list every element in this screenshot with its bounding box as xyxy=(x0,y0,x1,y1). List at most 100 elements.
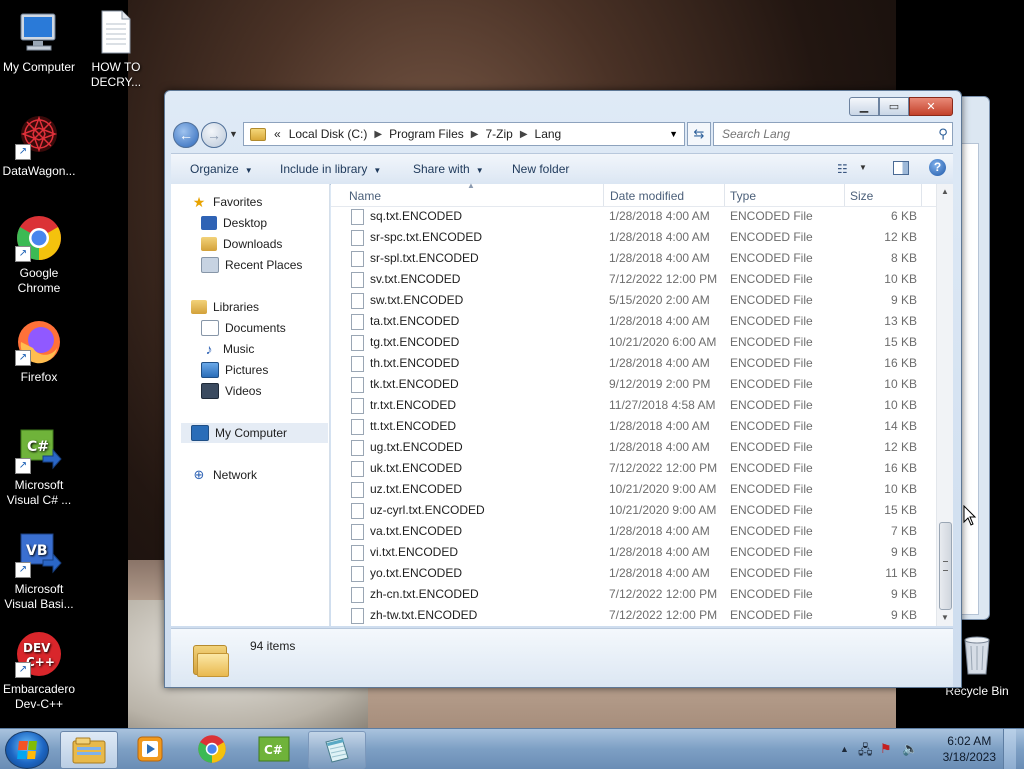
file-row[interactable]: uk.txt.ENCODED 7/12/2022 12:00 PM ENCODED … xyxy=(331,458,937,479)
breadcrumb-7zip[interactable]: 7-Zip xyxy=(485,127,512,141)
file-size: 10 KB xyxy=(884,398,917,412)
share-with-menu[interactable]: Share with ▼ xyxy=(413,162,484,176)
volume-icon[interactable]: 🔈 xyxy=(902,741,918,757)
taskbar-chrome[interactable] xyxy=(184,731,240,767)
file-size: 15 KB xyxy=(884,503,917,517)
address-dropdown-icon[interactable]: ▼ xyxy=(669,129,678,139)
nav-desktop[interactable]: Desktop xyxy=(201,213,267,233)
clock[interactable]: 6:02 AM 3/18/2023 xyxy=(943,733,996,765)
datawagon-icon: ↗ xyxy=(15,112,63,160)
column-header-name[interactable]: Name xyxy=(349,189,381,203)
vertical-scrollbar[interactable]: ▲ ▼ xyxy=(936,184,953,626)
file-row[interactable]: tg.txt.ENCODED 10/21/2020 6:00 AM ENCODED … xyxy=(331,332,937,353)
desktop-icon-datawagon[interactable]: ↗ DataWagon... xyxy=(0,112,81,179)
search-icon[interactable]: ⚲ xyxy=(934,126,952,142)
desktop-icon-google-chrome[interactable]: ↗ Google Chrome xyxy=(0,214,81,296)
file-row[interactable]: vi.txt.ENCODED 1/28/2018 4:00 AM ENCODED F… xyxy=(331,542,937,563)
taskbar-windows-explorer[interactable] xyxy=(60,731,118,769)
taskbar-visual-csharp[interactable]: C# xyxy=(246,731,302,767)
column-header-size[interactable]: Size xyxy=(850,189,873,203)
forward-button[interactable]: → xyxy=(201,122,227,148)
svg-text:C#: C# xyxy=(264,743,283,757)
file-row[interactable]: sr-spl.txt.ENCODED 1/28/2018 4:00 AM ENCOD… xyxy=(331,248,937,269)
organize-menu[interactable]: Organize ▼ xyxy=(190,162,253,176)
nav-recent-places[interactable]: Recent Places xyxy=(201,255,302,275)
file-row[interactable]: ug.txt.ENCODED 1/28/2018 4:00 AM ENCODED F… xyxy=(331,437,937,458)
maximize-button[interactable]: ▭ xyxy=(879,97,909,116)
breadcrumb-overflow[interactable]: « xyxy=(274,127,281,141)
new-folder-button[interactable]: New folder xyxy=(512,162,569,176)
close-button[interactable]: ✕ xyxy=(909,97,953,116)
nav-downloads[interactable]: Downloads xyxy=(201,234,282,254)
desktop-icon-visual-basic[interactable]: VB ↗ Microsoft Visual Basi... xyxy=(0,530,81,612)
search-box[interactable]: ⚲ xyxy=(713,122,953,146)
file-row[interactable]: yo.txt.ENCODED 1/28/2018 4:00 AM ENCODED F… xyxy=(331,563,937,584)
file-row[interactable]: uz-cyrl.txt.ENCODED 10/21/2020 9:00 AM ENC… xyxy=(331,500,937,521)
file-name: zh-cn.txt.ENCODED xyxy=(370,587,479,601)
desktop-icon-devcpp[interactable]: DEV C++ ↗ Embarcadero Dev-C++ xyxy=(0,630,81,712)
chevron-right-icon[interactable]: ▶ xyxy=(471,129,479,140)
breadcrumb-lang[interactable]: Lang xyxy=(535,127,562,141)
breadcrumb-local-disk[interactable]: Local Disk (C:) xyxy=(289,127,368,141)
nav-network[interactable]: ⊕ Network xyxy=(191,465,257,485)
file-row[interactable]: tk.txt.ENCODED 9/12/2019 2:00 PM ENCODED F… xyxy=(331,374,937,395)
taskbar-media-player[interactable] xyxy=(122,731,178,767)
help-icon[interactable]: ? xyxy=(929,159,946,176)
search-input[interactable] xyxy=(720,126,934,142)
file-row[interactable]: zh-tw.txt.ENCODED 7/12/2022 12:00 PM ENCOD… xyxy=(331,605,937,626)
include-in-library-menu[interactable]: Include in library ▼ xyxy=(280,162,381,176)
show-hidden-icons-icon[interactable]: ▲ xyxy=(840,744,849,754)
view-options-dropdown[interactable]: ▼ xyxy=(859,163,867,172)
desktop-icon-my-computer[interactable]: My Computer xyxy=(0,8,81,75)
nav-pictures[interactable]: Pictures xyxy=(201,360,268,380)
chevron-right-icon[interactable]: ▶ xyxy=(520,129,528,140)
desktop-icon-visual-csharp[interactable]: C# ↗ Microsoft Visual C# ... xyxy=(0,426,81,508)
desktop-icon-firefox[interactable]: ↗ Firefox xyxy=(0,318,81,385)
chevron-right-icon[interactable]: ▶ xyxy=(374,129,382,140)
recent-pages-dropdown[interactable]: ▼ xyxy=(229,129,238,139)
column-header-date[interactable]: Date modified xyxy=(610,189,684,203)
back-button[interactable]: ← xyxy=(173,122,199,148)
refresh-button[interactable]: ⇆ xyxy=(687,122,711,146)
nav-favorites[interactable]: ★ Favorites xyxy=(191,192,263,212)
minimize-button[interactable]: ▁ xyxy=(849,97,879,116)
recent-places-icon xyxy=(201,257,219,273)
nav-videos[interactable]: Videos xyxy=(201,381,261,401)
file-name: ug.txt.ENCODED xyxy=(370,440,463,454)
scroll-thumb[interactable] xyxy=(939,522,952,610)
file-type: ENCODED File xyxy=(730,461,813,475)
file-row[interactable]: sw.txt.ENCODED 5/15/2020 2:00 AM ENCODED F… xyxy=(331,290,937,311)
file-row[interactable]: sv.txt.ENCODED 7/12/2022 12:00 PM ENCODED … xyxy=(331,269,937,290)
nav-music[interactable]: ♪ Music xyxy=(201,339,255,359)
file-size: 12 KB xyxy=(884,440,917,454)
scroll-up-icon[interactable]: ▲ xyxy=(937,184,953,200)
start-button[interactable] xyxy=(5,731,49,769)
arrow-right-icon: → xyxy=(207,127,221,143)
media-player-icon xyxy=(137,736,163,762)
show-desktop-button[interactable] xyxy=(1003,729,1016,769)
preview-pane-icon[interactable] xyxy=(893,161,909,175)
file-row[interactable]: uz.txt.ENCODED 10/21/2020 9:00 AM ENCODED … xyxy=(331,479,937,500)
nav-my-computer[interactable]: My Computer xyxy=(181,423,328,443)
nav-libraries[interactable]: Libraries xyxy=(191,297,259,317)
file-row[interactable]: sq.txt.ENCODED 1/28/2018 4:00 AM ENCODED F… xyxy=(331,206,937,227)
action-center-icon[interactable]: ⚑ xyxy=(880,741,892,757)
change-view-icon[interactable]: ☷ xyxy=(837,162,848,176)
scroll-down-icon[interactable]: ▼ xyxy=(937,610,953,626)
file-row[interactable]: tt.txt.ENCODED 1/28/2018 4:00 AM ENCODED F… xyxy=(331,416,937,437)
file-row[interactable]: zh-cn.txt.ENCODED 7/12/2022 12:00 PM ENCOD… xyxy=(331,584,937,605)
address-bar[interactable]: « Local Disk (C:) ▶ Program Files ▶ 7-Zi… xyxy=(243,122,685,146)
file-row[interactable]: va.txt.ENCODED 1/28/2018 4:00 AM ENCODED F… xyxy=(331,521,937,542)
file-list[interactable]: ▲ Name Date modified Type Size sq.txt.EN… xyxy=(331,181,953,626)
network-icon[interactable]: 🖧 xyxy=(858,741,873,763)
desktop-icon-how-to-decrypt[interactable]: HOW TO DECRY... xyxy=(74,8,158,90)
explorer-window[interactable]: ▁ ▭ ✕ ← → ▼ « Local Disk (C:) ▶ Program … xyxy=(164,90,962,688)
file-row[interactable]: sr-spc.txt.ENCODED 1/28/2018 4:00 AM ENCOD… xyxy=(331,227,937,248)
column-header-type[interactable]: Type xyxy=(730,189,756,203)
taskbar-notepad[interactable] xyxy=(308,731,366,769)
file-row[interactable]: ta.txt.ENCODED 1/28/2018 4:00 AM ENCODED F… xyxy=(331,311,937,332)
file-row[interactable]: th.txt.ENCODED 1/28/2018 4:00 AM ENCODED F… xyxy=(331,353,937,374)
nav-documents[interactable]: Documents xyxy=(201,318,286,338)
breadcrumb-program-files[interactable]: Program Files xyxy=(389,127,464,141)
file-row[interactable]: tr.txt.ENCODED 11/27/2018 4:58 AM ENCODED … xyxy=(331,395,937,416)
